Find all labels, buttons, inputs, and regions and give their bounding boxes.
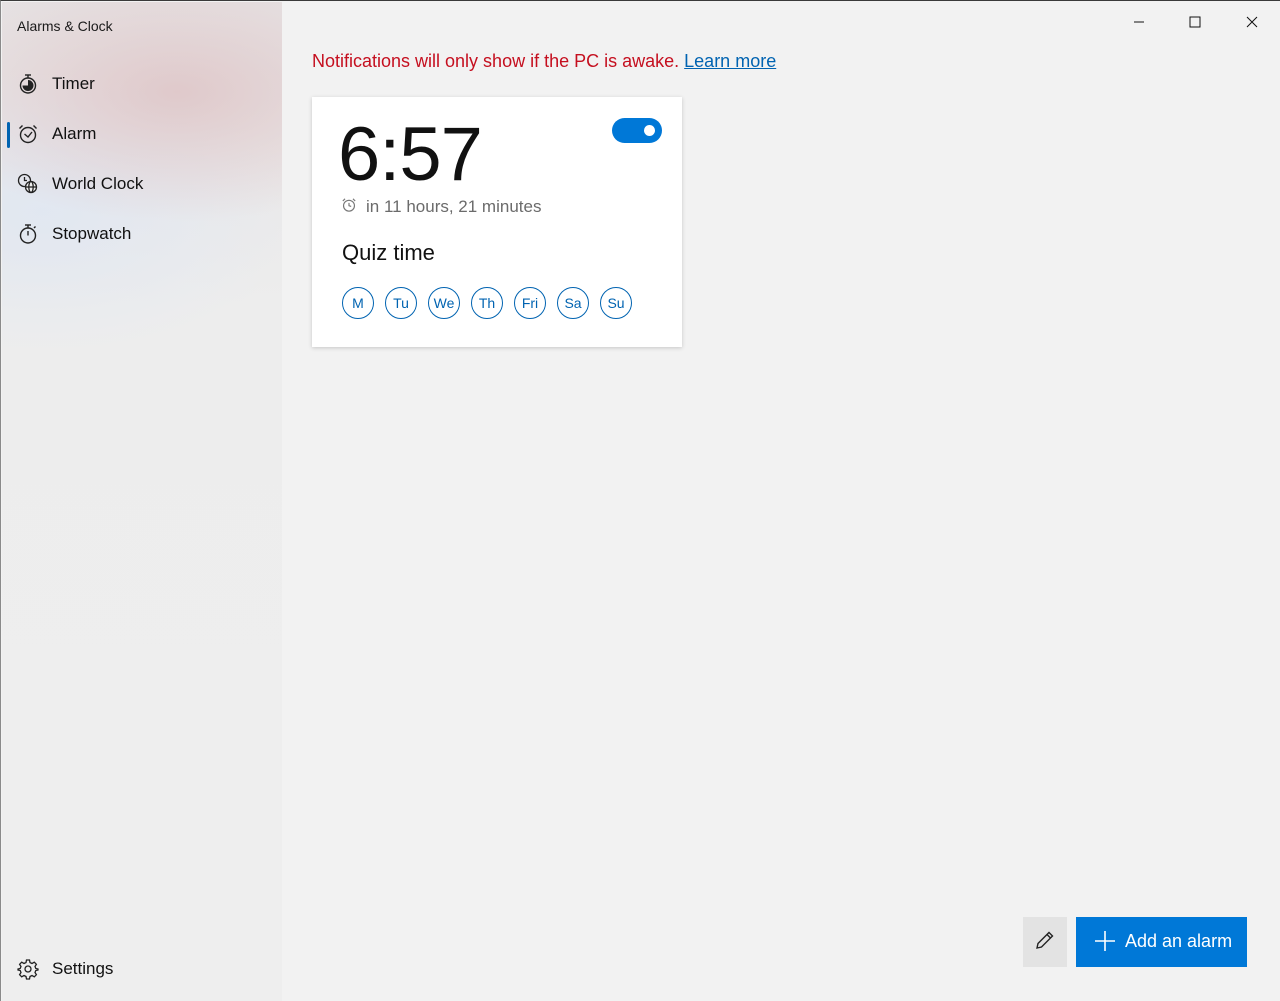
notification-text: Notifications will only show if the PC i… bbox=[312, 51, 680, 71]
sidebar-item-label: Settings bbox=[52, 959, 114, 978]
close-icon bbox=[1246, 13, 1258, 32]
alarm-clock-icon bbox=[341, 197, 357, 217]
edit-alarms-button[interactable] bbox=[1023, 917, 1067, 967]
minimize-icon bbox=[1133, 13, 1145, 32]
sidebar-item-world-clock[interactable]: World Clock bbox=[2, 162, 282, 206]
sidebar-item-label: Alarm bbox=[52, 124, 97, 143]
app-window: Alarms & Clock Timer Alarm World Clock S… bbox=[0, 0, 1280, 1001]
add-alarm-label: Add an alarm bbox=[1125, 931, 1233, 951]
alarm-time-remaining: in 11 hours, 21 minutes bbox=[366, 197, 542, 216]
timer-icon bbox=[17, 73, 39, 95]
sidebar-item-label: Timer bbox=[52, 74, 95, 93]
day-chip-wednesday: We bbox=[428, 287, 460, 319]
alarm-remaining-row: in 11 hours, 21 minutes bbox=[341, 197, 541, 217]
maximize-icon bbox=[1189, 13, 1201, 32]
alarm-toggle[interactable] bbox=[612, 118, 662, 143]
day-chip-friday: Fri bbox=[514, 287, 546, 319]
day-chip-saturday: Sa bbox=[557, 287, 589, 319]
gear-icon bbox=[17, 958, 39, 980]
learn-more-link[interactable]: Learn more bbox=[684, 51, 776, 71]
minimize-button[interactable] bbox=[1116, 2, 1162, 42]
sidebar-item-settings[interactable]: Settings bbox=[2, 947, 282, 991]
sidebar: Alarms & Clock Timer Alarm World Clock S… bbox=[2, 2, 282, 1001]
sidebar-item-alarm[interactable]: Alarm bbox=[2, 112, 282, 156]
sidebar-item-stopwatch[interactable]: Stopwatch bbox=[2, 212, 282, 256]
sidebar-item-label: Stopwatch bbox=[52, 224, 132, 243]
alarm-name: Quiz time bbox=[342, 240, 435, 265]
plus-icon bbox=[1094, 930, 1116, 956]
add-alarm-button[interactable]: Add an alarm bbox=[1076, 917, 1247, 967]
alarm-card[interactable]: 6:57 in 11 hours, 21 minutes Quiz time M… bbox=[312, 97, 682, 347]
close-button[interactable] bbox=[1229, 2, 1275, 42]
pencil-icon bbox=[1034, 929, 1056, 955]
app-title: Alarms & Clock bbox=[17, 18, 113, 34]
alarm-clock-icon bbox=[17, 123, 39, 145]
sidebar-item-label: World Clock bbox=[52, 174, 144, 193]
notification-banner: Notifications will only show if the PC i… bbox=[312, 51, 776, 72]
day-chip-thursday: Th bbox=[471, 287, 503, 319]
day-chip-tuesday: Tu bbox=[385, 287, 417, 319]
selected-indicator bbox=[7, 122, 10, 148]
world-clock-icon bbox=[17, 173, 39, 195]
alarm-days: M Tu We Th Fri Sa Su bbox=[342, 287, 632, 319]
stopwatch-icon bbox=[17, 223, 39, 245]
toggle-knob bbox=[644, 125, 655, 136]
day-chip-monday: M bbox=[342, 287, 374, 319]
sidebar-item-timer[interactable]: Timer bbox=[2, 62, 282, 106]
alarm-time: 6:57 bbox=[338, 112, 483, 197]
day-chip-sunday: Su bbox=[600, 287, 632, 319]
maximize-button[interactable] bbox=[1172, 2, 1218, 42]
